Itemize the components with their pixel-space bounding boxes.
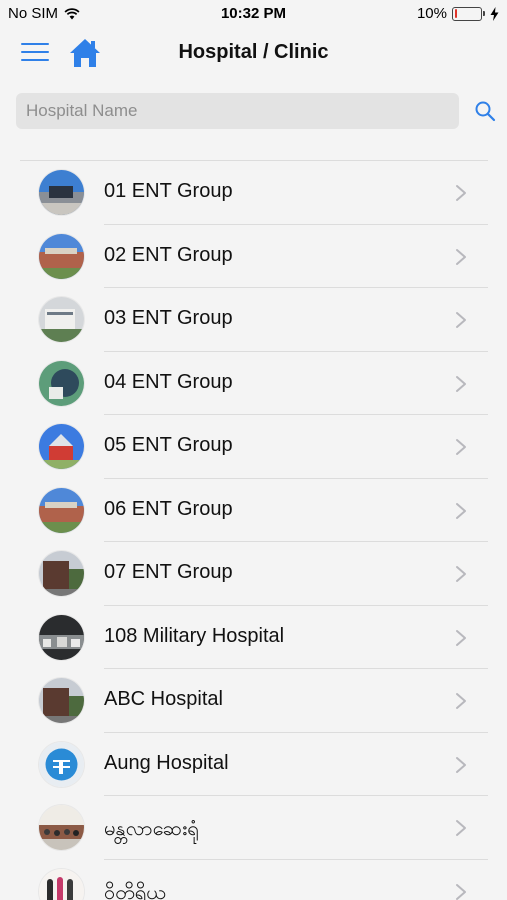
hospital-thumbnail xyxy=(39,551,84,596)
hospital-thumbnail xyxy=(39,233,84,279)
chevron-right-icon xyxy=(456,693,466,709)
hospital-name: Aung Hospital xyxy=(104,751,229,774)
chevron-right-icon xyxy=(456,820,466,836)
hospital-thumbnail xyxy=(39,487,84,533)
hospital-thumbnail xyxy=(39,741,84,787)
hospital-name: မန္တလာဆေးရုံ xyxy=(104,818,199,840)
hospital-thumbnail xyxy=(39,868,84,900)
chevron-right-icon xyxy=(456,883,466,900)
status-right: 10% xyxy=(417,5,499,22)
chevron-right-icon xyxy=(456,566,466,582)
hospital-name: 108 Military Hospital xyxy=(104,624,285,647)
chevron-right-icon xyxy=(456,248,466,265)
hospital-name: ABC Hospital xyxy=(104,688,223,710)
hospital-name: ဝိတိုရိယ xyxy=(104,881,166,900)
hospital-thumbnail xyxy=(39,424,84,469)
charging-bolt-icon xyxy=(490,6,499,21)
chevron-right-icon xyxy=(456,629,466,646)
hospital-search-input[interactable] xyxy=(16,93,459,129)
hospital-list-item[interactable]: 04 ENT Group xyxy=(0,352,507,415)
hospital-name: 02 ENT Group xyxy=(104,243,233,266)
hospital-name: 01 ENT Group xyxy=(104,180,233,202)
hospital-thumbnail xyxy=(39,614,84,660)
battery-level-fill xyxy=(454,9,457,18)
hospital-list-item[interactable]: 108 Military Hospital xyxy=(0,606,507,669)
navigation-bar: Hospital / Clinic xyxy=(0,28,507,78)
hospital-list-item[interactable]: 07 ENT Group xyxy=(0,542,507,606)
hospital-name: 06 ENT Group xyxy=(104,497,233,520)
status-bar: No SIM 10:32 PM 10% xyxy=(0,0,507,28)
battery-percent: 10% xyxy=(416,5,447,22)
hospital-list-item[interactable]: 02 ENT Group xyxy=(0,225,507,288)
hospital-list-item[interactable]: 05 ENT Group xyxy=(0,415,507,479)
hospital-name: 04 ENT Group xyxy=(104,370,233,393)
hospital-thumbnail xyxy=(39,805,84,850)
hospital-list-item[interactable]: ဝိတိုရိယ xyxy=(0,860,507,900)
chevron-right-icon xyxy=(456,185,466,201)
chevron-right-icon xyxy=(456,375,466,392)
hospital-list-item[interactable]: 03 ENT Group xyxy=(0,288,507,352)
chevron-right-icon xyxy=(456,502,466,519)
hospital-name: 05 ENT Group xyxy=(104,434,233,456)
chevron-right-icon xyxy=(456,439,466,455)
chevron-right-icon xyxy=(456,312,466,328)
search-icon[interactable] xyxy=(474,100,496,122)
hospital-list-item[interactable]: Aung Hospital xyxy=(0,733,507,796)
hospital-thumbnail xyxy=(39,360,84,406)
hospital-thumbnail xyxy=(39,678,84,723)
hospital-list-item[interactable]: 06 ENT Group xyxy=(0,479,507,542)
hospital-name: 03 ENT Group xyxy=(104,307,233,329)
hospital-list-item[interactable]: ABC Hospital xyxy=(0,669,507,733)
hospital-name: 07 ENT Group xyxy=(104,561,233,583)
hospital-thumbnail xyxy=(39,297,84,342)
hospital-thumbnail xyxy=(39,170,84,215)
hospital-list: 01 ENT Group 02 ENT Group 03 ENT Group 04 E… xyxy=(0,161,507,900)
page-title: Hospital / Clinic xyxy=(178,41,329,63)
battery-icon xyxy=(452,6,485,21)
chevron-right-icon xyxy=(456,756,466,773)
hospital-list-item[interactable]: 01 ENT Group xyxy=(0,161,507,225)
hospital-list-item[interactable]: မန္တလာဆေးရုံ xyxy=(0,796,507,860)
